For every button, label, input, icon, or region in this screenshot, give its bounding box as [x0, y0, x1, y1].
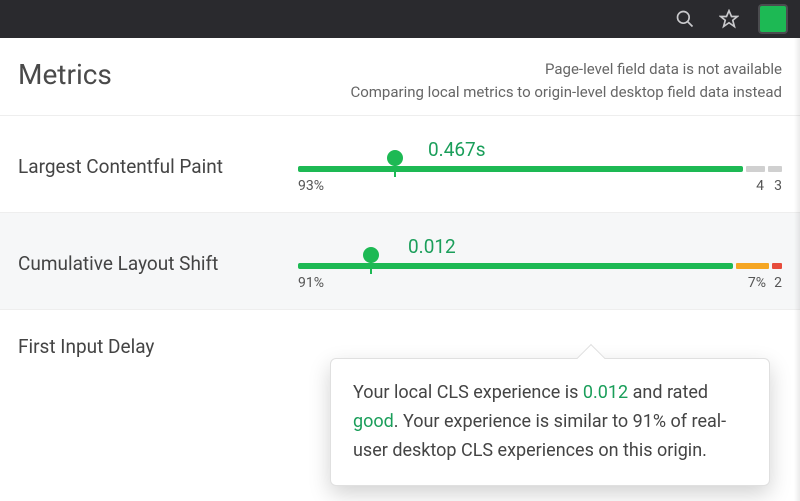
metric-graph: 0.467s 93% 4 3 [298, 138, 782, 194]
ok-pct: 4 [756, 178, 764, 194]
notice-line-1: Page-level field data is not available [350, 58, 782, 81]
browser-toolbar [0, 0, 800, 38]
panel-content: Metrics Page-level field data is not ava… [0, 38, 800, 501]
segment-labels: 91% 7% 2 [298, 275, 782, 291]
extension-icon[interactable] [760, 6, 786, 32]
tooltip-text-mid1: and rated [628, 382, 708, 403]
panel-header: Metrics Page-level field data is not ava… [0, 38, 800, 111]
distribution-bar [298, 166, 782, 172]
bookmark-star-icon[interactable] [716, 6, 742, 32]
metric-value: 0.012 [408, 235, 456, 258]
local-marker-icon [363, 247, 379, 263]
panel-title: Metrics [18, 58, 112, 91]
good-pct: 91% [298, 275, 324, 291]
metric-row-cls[interactable]: Cumulative Layout Shift 0.012 91% 7% 2 [0, 212, 800, 309]
bad-pct: 2 [774, 275, 782, 291]
ok-segment [746, 166, 765, 172]
metric-name: Largest Contentful Paint [18, 155, 298, 178]
notice-line-2: Comparing local metrics to origin-level … [350, 81, 782, 104]
local-marker-icon [387, 150, 403, 166]
tooltip-text-pre: Your local CLS experience is [353, 382, 583, 403]
tooltip-text-rest: . Your experience is similar to 91% of r… [353, 411, 726, 461]
good-segment [298, 263, 733, 269]
zoom-icon[interactable] [672, 6, 698, 32]
metric-row-lcp[interactable]: Largest Contentful Paint 0.467s 93% 4 3 [0, 115, 800, 212]
ok-pct: 7% [748, 275, 766, 291]
bad-pct: 3 [774, 178, 782, 194]
bad-segment [768, 166, 782, 172]
field-data-notice: Page-level field data is not available C… [350, 58, 782, 103]
metric-name: Cumulative Layout Shift [18, 252, 298, 275]
bad-segment [772, 263, 782, 269]
metric-value: 0.467s [428, 138, 486, 161]
segment-labels: 93% 4 3 [298, 178, 782, 194]
metric-name: First Input Delay [18, 335, 298, 358]
distribution-bar [298, 263, 782, 269]
tooltip-rating: good [353, 411, 394, 432]
good-pct: 93% [298, 178, 324, 194]
scrollbar[interactable] [794, 38, 800, 501]
tooltip-value: 0.012 [583, 382, 628, 403]
metrics-list: Largest Contentful Paint 0.467s 93% 4 3 … [0, 115, 800, 397]
ok-segment [736, 263, 769, 269]
metric-graph: 0.012 91% 7% 2 [298, 235, 782, 291]
metric-graph [298, 332, 782, 360]
cls-tooltip: Your local CLS experience is 0.012 and r… [330, 358, 770, 486]
good-segment [298, 166, 743, 172]
